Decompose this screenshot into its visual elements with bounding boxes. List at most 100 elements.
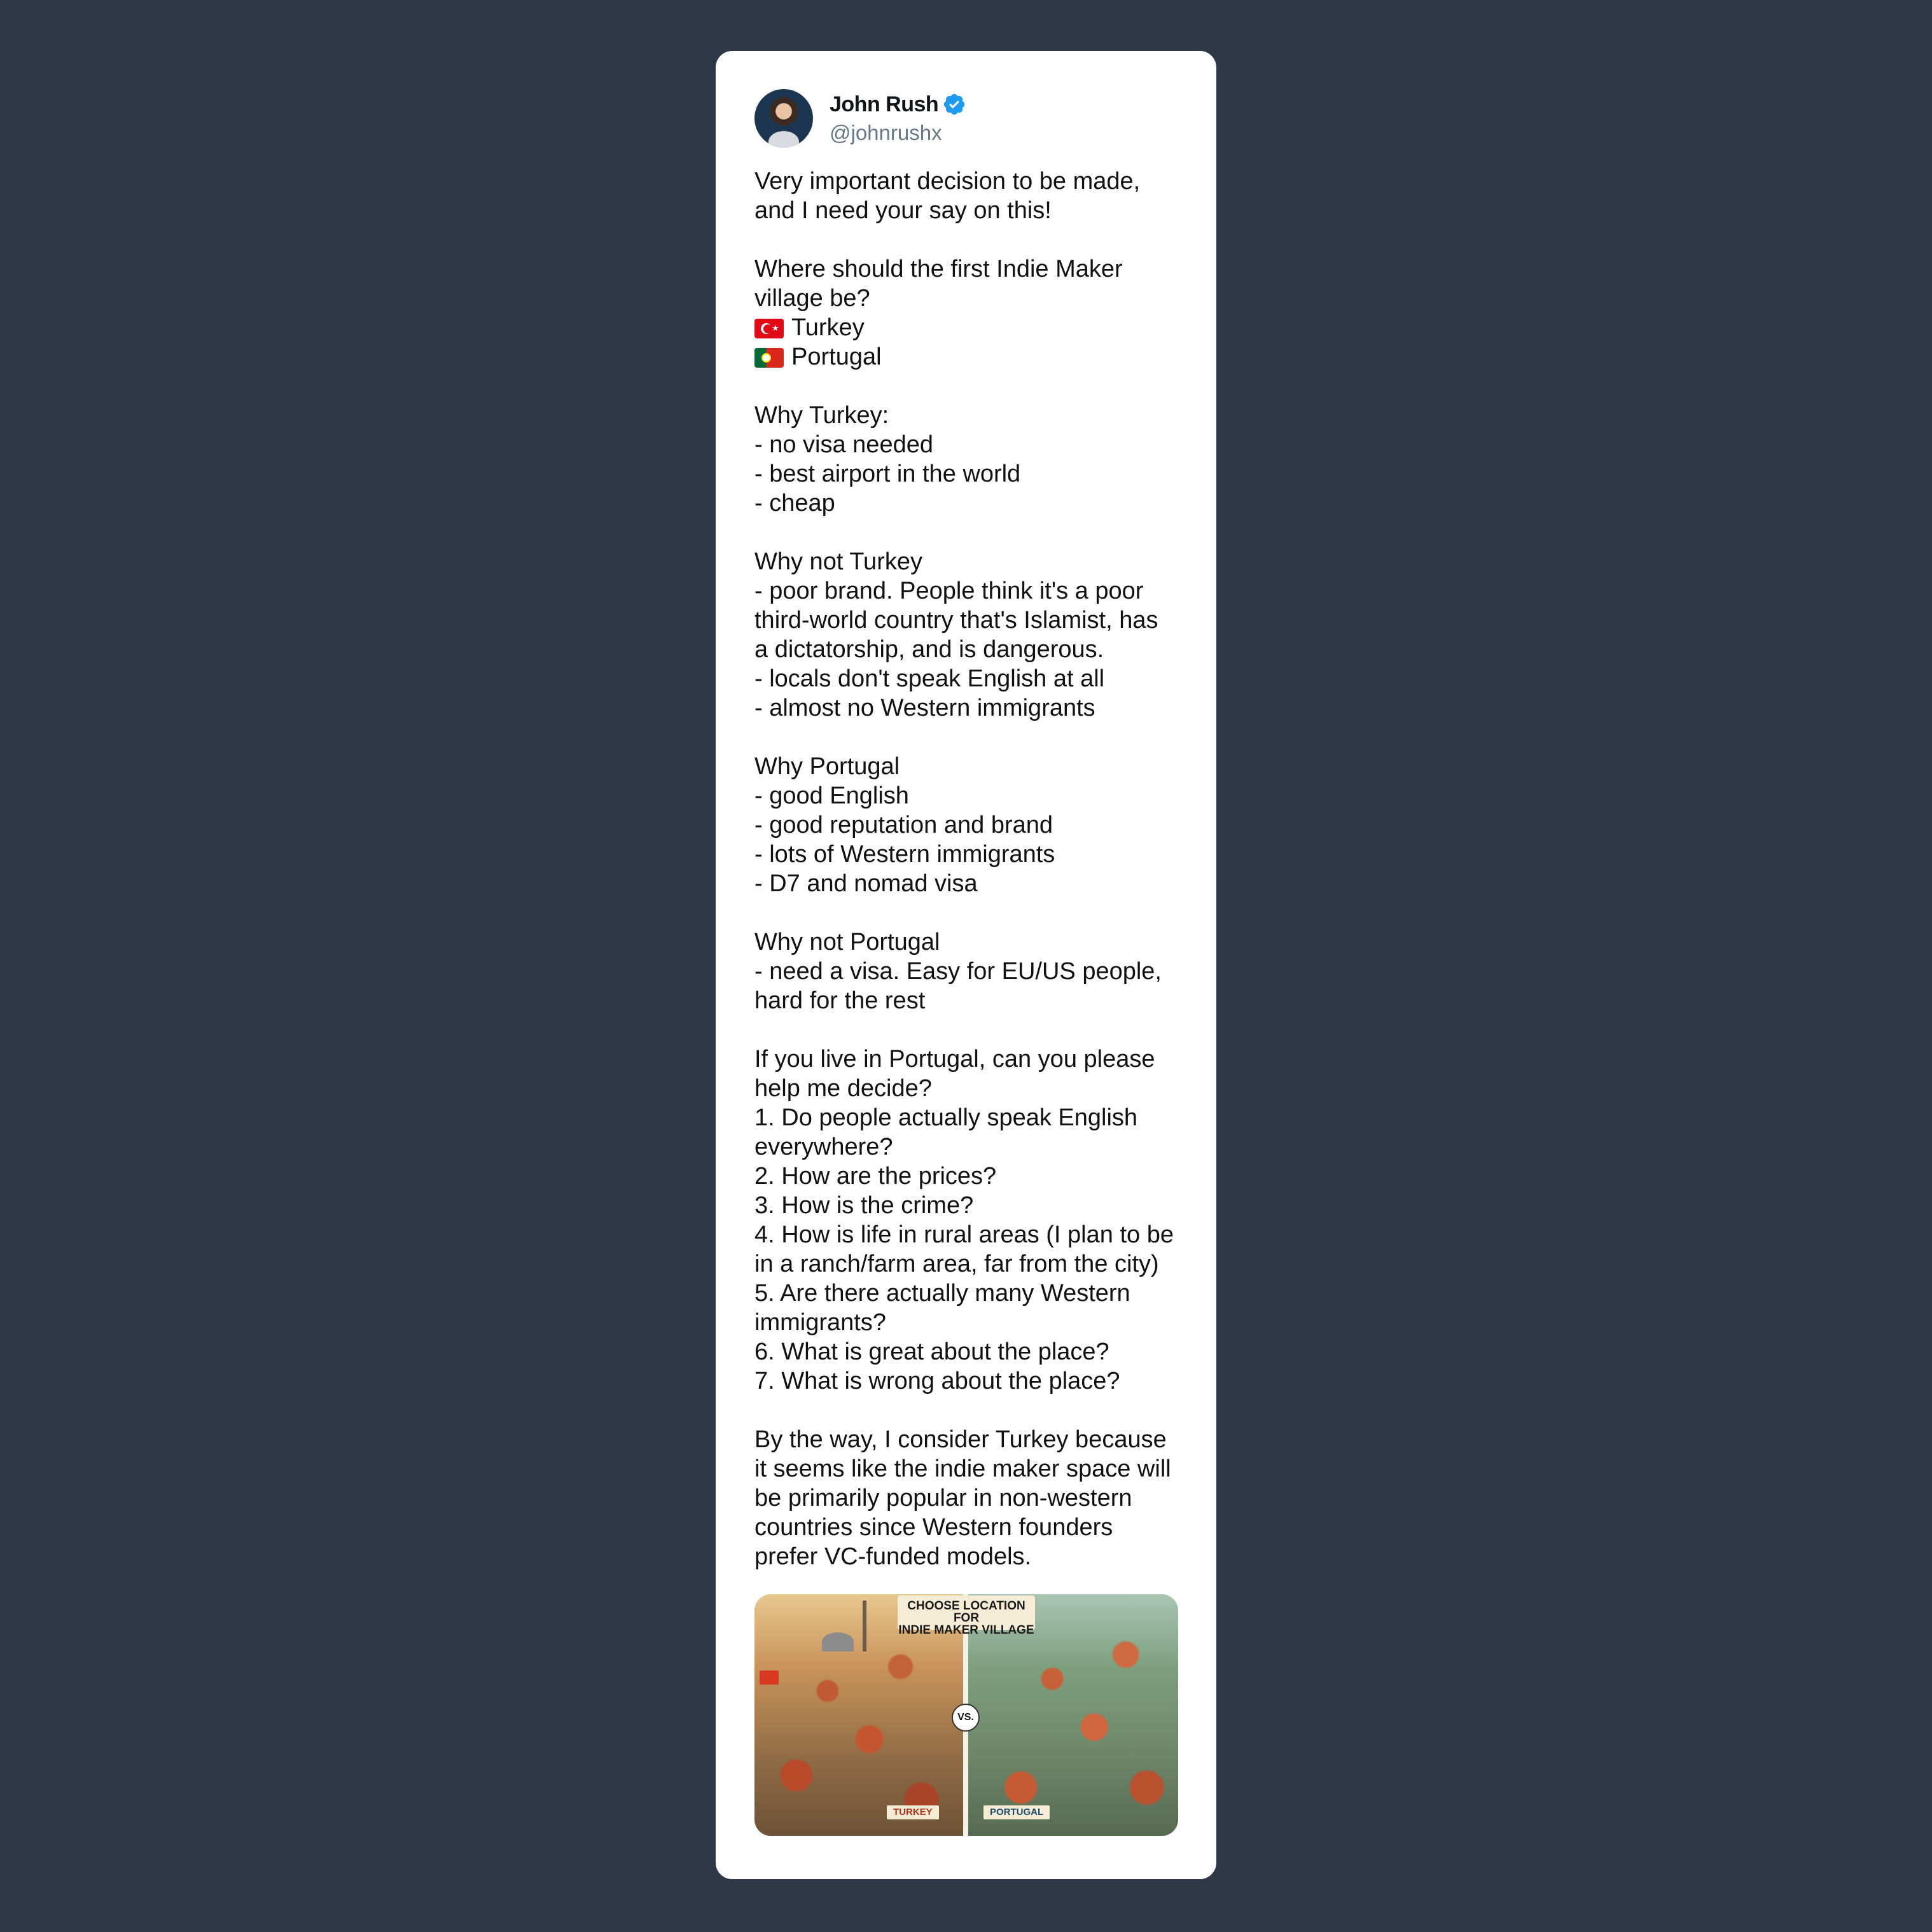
tweet-line: immigrants? [754,1308,1182,1337]
tweet-line-text: - locals don't speak English at all [754,665,1105,692]
tweet-line: 4. How is life in rural areas (I plan to… [754,1220,1182,1249]
tweet-line: ★ Turkey [754,313,1182,342]
tweet-line: and I need your say on this! [754,196,1182,225]
portugal-flag-icon [754,348,784,368]
tweet-line-text: 1. Do people actually speak English [754,1104,1138,1131]
tweet-line: it seems like the indie maker space will [754,1454,1182,1484]
tweet-line-text: If you live in Portugal, can you please [754,1046,1155,1073]
tweet-line: Why Turkey: [754,401,1182,430]
tweet-line-text: - cheap [754,490,835,517]
tweet-line-text: - D7 and nomad visa [754,870,978,897]
tweet-line: - no visa needed [754,430,1182,459]
turkey-banner-flag [760,1671,779,1685]
tweet-line-text: 4. How is life in rural areas (I plan to… [754,1221,1174,1248]
tweet-line: Why not Turkey [754,547,1182,576]
tweet-line-text: - good English [754,782,909,809]
tweet-line: - good reputation and brand [754,810,1182,840]
tweet-line-text: be primarily popular in non-western [754,1485,1132,1512]
tweet-line-text: immigrants? [754,1309,886,1336]
tweet-line: Portugal [754,342,1182,372]
tweet-line-text: - no visa needed [754,431,933,458]
avatar[interactable] [754,89,813,148]
tweet-line: By the way, I consider Turkey because [754,1425,1182,1454]
tweet-line: - best airport in the world [754,459,1182,489]
tweet-line-text: Why Portugal [754,753,900,780]
tweet-line: 3. How is the crime? [754,1191,1182,1220]
tweet-line: be primarily popular in non-western [754,1484,1182,1513]
tweet-line: in a ranch/farm area, far from the city) [754,1249,1182,1279]
tweet-line: - locals don't speak English at all [754,664,1182,693]
tweet-line: - almost no Western immigrants [754,693,1182,723]
verified-badge-icon [943,94,965,115]
tweet-line: - good English [754,781,1182,810]
tweet-line: Where should the first Indie Maker [754,254,1182,284]
tweet-line: - poor brand. People think it's a poor [754,576,1182,606]
tweet-line-text: 7. What is wrong about the place? [754,1368,1120,1394]
tweet-line-text: Turkey [791,314,865,341]
turkey-flag-icon: ★ [754,319,784,338]
tweet-line: everywhere? [754,1132,1182,1162]
tweet-header: John Rush @johnrushx [754,89,1178,148]
tweet-line-text: - almost no Western immigrants [754,695,1095,721]
tweet-line-text: everywhere? [754,1134,893,1160]
tweet-line-text: 6. What is great about the place? [754,1338,1109,1365]
tweet-line-text: - poor brand. People think it's a poor [754,578,1144,604]
tweet-line-text: By the way, I consider Turkey because [754,1426,1167,1453]
tweet-line: 1. Do people actually speak English [754,1103,1182,1132]
display-name[interactable]: John Rush [830,92,939,117]
tweet-line: - need a visa. Easy for EU/US people, [754,957,1182,986]
tweet-line: Very important decision to be made, [754,167,1182,196]
tweet-line: Why not Portugal [754,928,1182,957]
mosque-dome [822,1632,854,1651]
tweet-line: - lots of Western immigrants [754,840,1182,869]
tweet-line-text: countries since Western founders [754,1514,1113,1541]
tweet-line: hard for the rest [754,986,1182,1015]
tweet-line-text: third-world country that's Islamist, has [754,607,1158,634]
tweet-line-text: Why not Turkey [754,548,922,575]
tweet-line-text: help me decide? [754,1075,932,1102]
user-info: John Rush @johnrushx [830,92,966,145]
tweet-line: help me decide? [754,1074,1182,1103]
image-banner: CHOOSE LOCATION FOR INDIE MAKER VILLAGE [898,1595,1035,1636]
tweet-line-text: and I need your say on this! [754,197,1052,224]
tweet-line-text: Why not Portugal [754,929,940,956]
tweet-line-text: 2. How are the prices? [754,1163,997,1190]
tweet-line: 6. What is great about the place? [754,1337,1182,1366]
tweet-line-text: - need a visa. Easy for EU/US people, [754,958,1162,985]
tweet-line: - D7 and nomad visa [754,869,1182,898]
tweet-line-text: - good reputation and brand [754,812,1053,838]
tweet-line: - cheap [754,489,1182,518]
tweet-line-text: Why Turkey: [754,402,889,429]
tweet-line-text: 5. Are there actually many Western [754,1280,1130,1307]
tweet-text: Very important decision to be made, and I… [754,167,1182,1571]
tweet-line-text: a dictatorship, and is dangerous. [754,636,1104,663]
tweet-line-text: prefer VC-funded models. [754,1543,1032,1570]
tweet-line: 5. Are there actually many Western [754,1279,1182,1308]
user-handle[interactable]: @johnrushx [830,121,966,145]
tweet-line-text: hard for the rest [754,987,926,1014]
portugal-label: PORTUGAL [983,1805,1050,1819]
tweet-line-text: - lots of Western immigrants [754,841,1055,868]
tweet-line: Why Portugal [754,752,1182,781]
tweet-line: a dictatorship, and is dangerous. [754,635,1182,664]
tweet-line-text: Portugal [791,344,882,370]
tweet-line: third-world country that's Islamist, has [754,606,1182,635]
tweet-line-text: village be? [754,285,870,312]
banner-line-2: INDIE MAKER VILLAGE [898,1623,1034,1637]
tweet-line-text: 3. How is the crime? [754,1192,974,1219]
tweet-line-text: Very important decision to be made, [754,168,1141,195]
tweet-line: village be? [754,284,1182,313]
tweet-image[interactable]: CHOOSE LOCATION FOR INDIE MAKER VILLAGE … [754,1594,1178,1836]
tweet-line-text: Where should the first Indie Maker [754,256,1123,282]
banner-line-1: CHOOSE LOCATION FOR [907,1599,1025,1625]
tweet-line-text: - best airport in the world [754,461,1021,487]
name-row: John Rush [830,92,966,117]
tweet-line: 7. What is wrong about the place? [754,1366,1182,1396]
